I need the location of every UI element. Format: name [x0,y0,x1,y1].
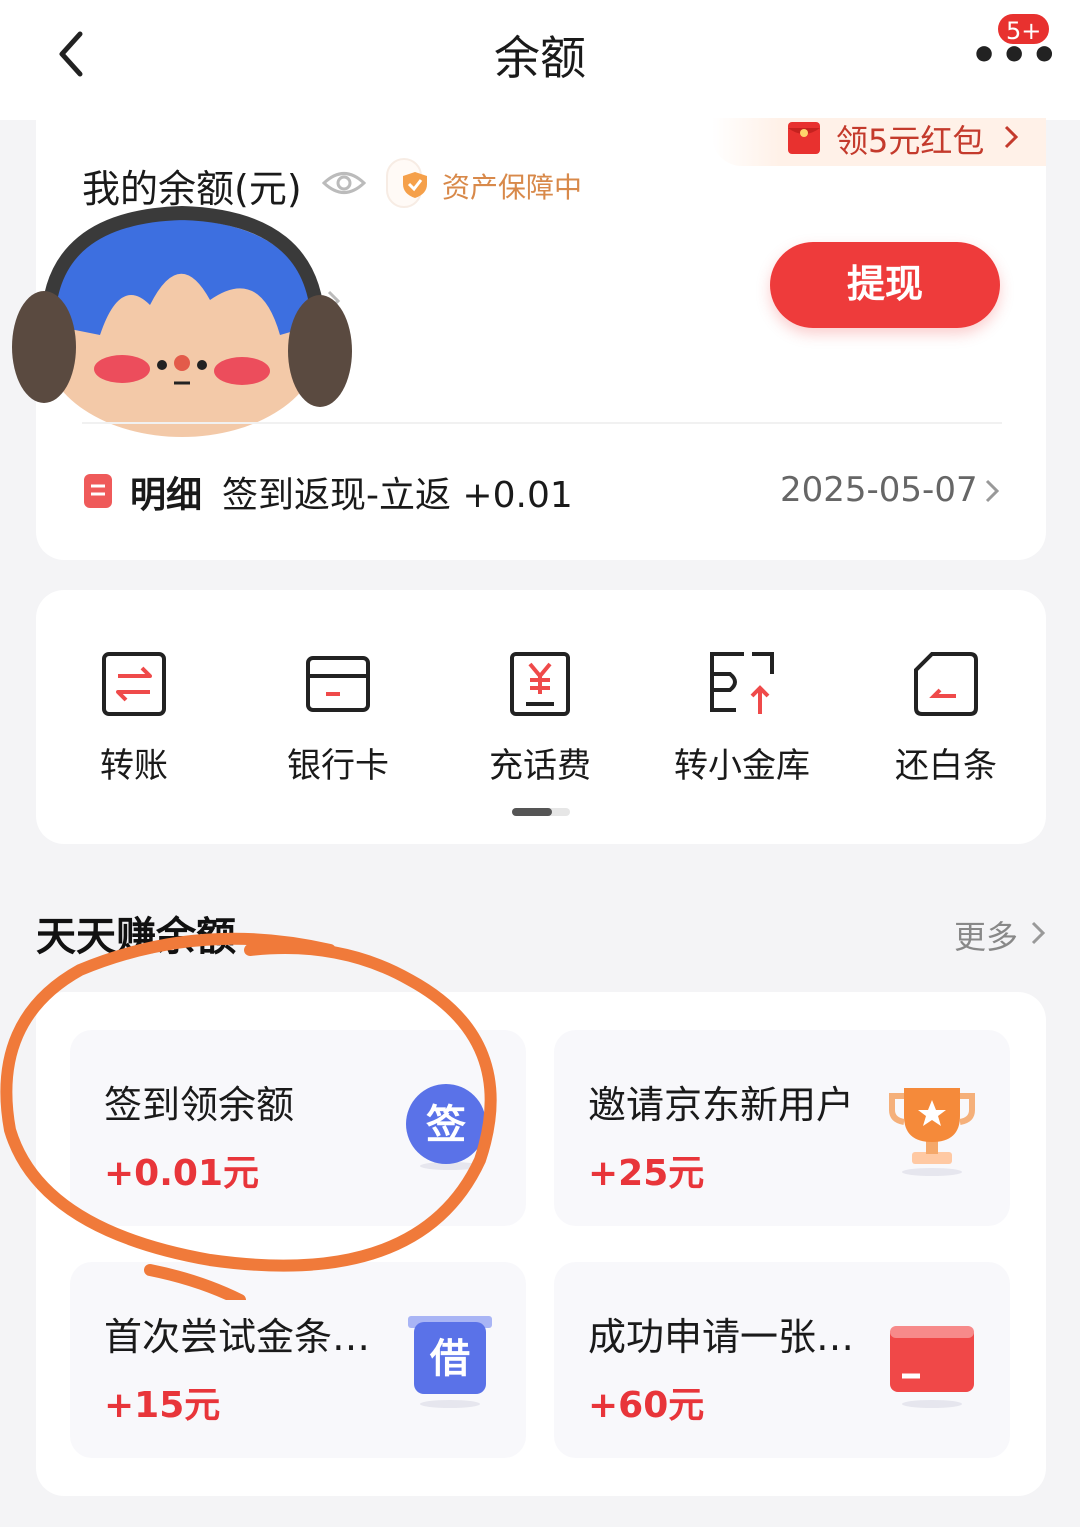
task-reward: +60元 [588,1385,705,1426]
task-title: 签到领余额 [104,1083,295,1127]
action-label: 充话费 [489,746,591,786]
borrow-icon-text: 借 [429,1336,470,1382]
section-title: 天天赚余额 [36,914,236,960]
more-link[interactable]: 更多 [954,912,1018,958]
task-reward: +0.01元 [104,1153,259,1194]
task-title: 首次尝试金条… [104,1315,371,1359]
page-indicator-thumb [512,808,552,816]
phone-recharge-icon [510,652,570,716]
action-label: 转账 [100,746,168,786]
chevron-right-icon[interactable] [1030,920,1046,946]
eye-toggle-icon[interactable] [322,168,366,198]
withdraw-button[interactable]: 提现 [770,242,1000,328]
notification-badge: 5+ [996,12,1052,46]
detail-description[interactable]: 签到返现-立返 +0.01 [222,466,573,518]
repay-icon [914,652,978,716]
red-packet-label[interactable]: 领5元红包 [836,116,984,162]
sign-in-icon-text: 签 [426,1102,466,1148]
vault-transfer-icon [710,652,774,714]
detail-date[interactable]: 2025-05-07 [780,470,978,510]
action-vault-transfer[interactable]: 转小金库 [662,650,822,786]
red-packet-icon [788,122,820,154]
task-title: 邀请京东新用户 [588,1083,855,1127]
shield-icon [403,172,427,198]
page-indicator [512,808,570,816]
detail-label[interactable]: 明细 [130,466,202,518]
action-repay[interactable]: 还白条 [866,650,1026,786]
bill-icon [84,474,112,508]
action-bank-card[interactable]: 银行卡 [258,650,418,786]
task-title: 成功申请一张… [588,1315,855,1359]
asset-protection-label: 资产保障中 [442,171,583,204]
balance-page: 余额 ••• 5+ 领5元红包 我的余额(元) 资产保障中 提现 明细 签到返现… [0,0,1080,1527]
transfer-icon [102,652,166,716]
action-transfer[interactable]: 转账 [54,650,214,786]
task-sign-in[interactable]: 签到领余额 +0.01元 签 [70,1030,526,1226]
task-reward: +25元 [588,1153,705,1194]
borrow-icon: 借 [408,1316,492,1408]
more-dots-icon: ••• [970,30,1061,81]
avatar-sticker [12,205,352,437]
divider [82,422,1002,424]
chevron-right-icon[interactable] [984,478,1000,504]
action-phone-recharge[interactable]: 充话费 [460,650,620,786]
task-credit-card[interactable]: 成功申请一张… +60元 [554,1262,1010,1458]
action-label: 银行卡 [287,746,389,786]
credit-card-icon [890,1326,974,1408]
action-label: 还白条 [895,746,997,786]
chevron-right-icon [1004,125,1019,149]
trophy-icon [889,1088,975,1176]
bank-card-icon [306,656,370,712]
page-title: 余额 [494,31,586,85]
task-first-loan[interactable]: 首次尝试金条… +15元 借 [70,1262,526,1458]
action-label: 转小金库 [674,746,810,786]
top-bar: 余额 ••• 5+ [0,0,1080,120]
task-reward: +15元 [104,1385,221,1426]
asset-protection-pill[interactable]: 资产保障中 [386,158,582,208]
task-invite-user[interactable]: 邀请京东新用户 +25元 [554,1030,1010,1226]
sign-in-icon: 签 [406,1084,486,1170]
